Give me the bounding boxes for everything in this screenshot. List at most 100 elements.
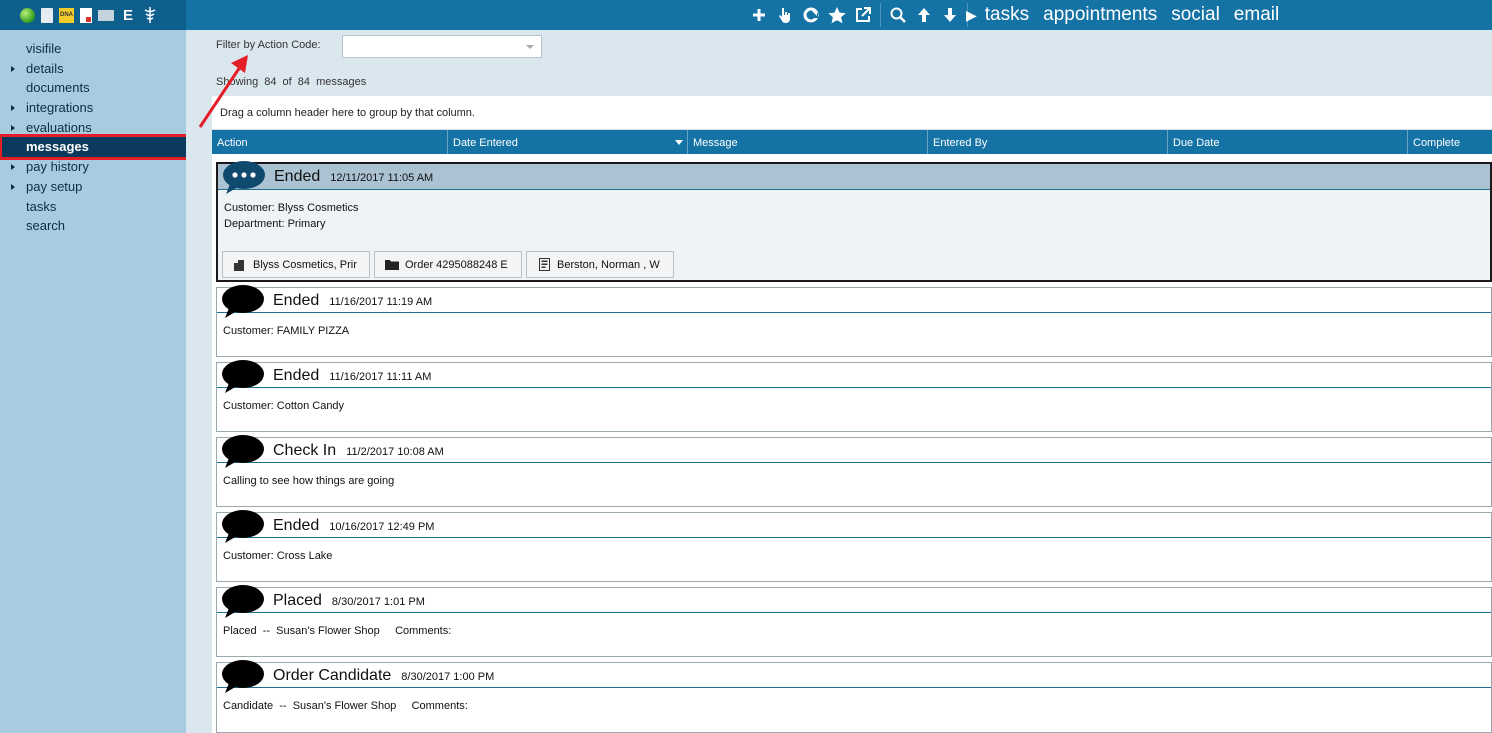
- star-icon[interactable]: [826, 4, 848, 26]
- building-icon: [233, 259, 247, 271]
- nav-email[interactable]: email: [1234, 4, 1279, 26]
- related-order-chip[interactable]: Order 4295088248 E: [374, 251, 522, 278]
- column-label: Due Date: [1173, 137, 1220, 149]
- chip-label: Order 4295088248 E: [405, 258, 508, 271]
- document-icon[interactable]: [41, 7, 53, 23]
- message-line: Customer: Cotton Candy: [223, 400, 345, 412]
- toolbar-actions: [748, 0, 970, 30]
- message-row[interactable]: Placed 8/30/2017 1:01 PM Placed -- Susan…: [216, 585, 1492, 657]
- play-icon[interactable]: ▶: [966, 7, 977, 24]
- sidebar-item-evaluations[interactable]: evaluations: [0, 118, 186, 138]
- message-count: Showing 84 of 84 messages: [216, 76, 367, 88]
- sidebar-item-details[interactable]: details: [0, 59, 186, 79]
- message-header: Ended 11/16/2017 11:11 AM: [217, 360, 1491, 393]
- message-header: Order Candidate 8/30/2017 1:00 PM: [217, 660, 1491, 693]
- sort-desc-icon[interactable]: [675, 140, 683, 145]
- chat-bubble-icon: [222, 660, 264, 693]
- arrow-down-icon[interactable]: [939, 4, 961, 26]
- column-entered-by[interactable]: Entered By: [928, 130, 1168, 154]
- sidebar-item-label: visifile: [26, 41, 62, 56]
- caduceus-icon[interactable]: [142, 7, 158, 23]
- message-body: Customer: FAMILY PIZZA: [217, 313, 1491, 339]
- sidebar-item-tasks[interactable]: tasks: [0, 197, 186, 217]
- external-link-icon[interactable]: [852, 4, 874, 26]
- expand-icon[interactable]: [11, 183, 15, 190]
- sidebar-item-messages[interactable]: messages: [0, 134, 203, 161]
- message-body: Customer: Cotton Candy: [217, 388, 1491, 414]
- toolbar-left: DNA E: [0, 0, 186, 30]
- message-header: Ended 11/16/2017 11:19 AM: [217, 285, 1491, 318]
- related-person-chip[interactable]: Berston, Norman , W: [526, 251, 674, 278]
- sidebar-item-search[interactable]: search: [0, 216, 186, 236]
- chat-bubble-icon: [222, 510, 264, 543]
- chip-label: Berston, Norman , W: [557, 258, 660, 271]
- expand-icon[interactable]: [11, 164, 15, 171]
- message-line: Department: Primary: [224, 218, 326, 230]
- sidebar-item-label: pay history: [26, 159, 89, 175]
- expand-icon[interactable]: [11, 105, 15, 112]
- sidebar-item-label: pay setup: [26, 178, 83, 194]
- message-header: Ended 10/16/2017 12:49 PM: [217, 510, 1491, 543]
- chat-bubble-icon: [222, 360, 264, 393]
- column-action[interactable]: Action: [212, 130, 448, 154]
- expand-icon[interactable]: [11, 124, 15, 131]
- sidebar-item-label: details: [26, 60, 64, 76]
- message-date: 10/16/2017 12:49 PM: [329, 521, 435, 533]
- card-icon[interactable]: [98, 9, 114, 21]
- message-row[interactable]: Ended 11/16/2017 11:19 AM Customer: FAMI…: [216, 285, 1492, 357]
- sidebar-item-label: evaluations: [26, 119, 92, 135]
- column-due-date[interactable]: Due Date: [1168, 130, 1408, 154]
- message-line: Calling to see how things are going: [223, 475, 395, 487]
- message-line: Customer: FAMILY PIZZA: [223, 325, 350, 337]
- sidebar-item-pay-setup[interactable]: pay setup: [0, 177, 186, 197]
- message-row[interactable]: Ended 11/16/2017 11:11 AM Customer: Cott…: [216, 360, 1492, 432]
- main-panel: Filter by Action Code: Showing 84 of 84 …: [186, 30, 1492, 733]
- sidebar-item-integrations[interactable]: integrations: [0, 98, 186, 118]
- status-icon[interactable]: [20, 7, 35, 23]
- message-date: 8/30/2017 1:00 PM: [401, 671, 495, 683]
- column-label: Complete: [1413, 137, 1461, 149]
- sidebar-item-label: integrations: [26, 100, 94, 116]
- related-customer-chip[interactable]: Blyss Cosmetics, Prir: [222, 251, 370, 278]
- message-action: Ended: [273, 367, 320, 384]
- message-action: Check In: [273, 442, 337, 459]
- message-date: 12/11/2017 11:05 AM: [330, 172, 434, 184]
- folder-icon: [385, 259, 399, 271]
- pdf-icon[interactable]: [80, 7, 92, 23]
- message-line: Placed -- Susan's Flower Shop Comments:: [223, 625, 452, 637]
- hand-pointer-icon[interactable]: [774, 4, 796, 26]
- top-nav: ▶ tasks appointments social email: [966, 0, 1279, 30]
- message-row[interactable]: Check In 11/2/2017 10:08 AM Calling to s…: [216, 435, 1492, 507]
- e-icon[interactable]: E: [120, 7, 136, 24]
- sidebar-item-visifile[interactable]: visifile: [0, 39, 186, 59]
- search-icon[interactable]: [887, 4, 909, 26]
- column-date-entered[interactable]: Date Entered: [448, 130, 688, 154]
- message-date: 11/16/2017 11:19 AM: [329, 296, 433, 308]
- plus-icon[interactable]: [748, 4, 770, 26]
- sidebar-item-label: documents: [26, 80, 90, 96]
- message-header: Ended 12/11/2017 11:05 AM: [218, 161, 1490, 194]
- message-action: Order Candidate: [273, 667, 392, 684]
- refresh-icon[interactable]: [800, 4, 822, 26]
- arrow-up-icon[interactable]: [913, 4, 935, 26]
- message-row[interactable]: Ended 12/11/2017 11:05 AM Customer: Blys…: [216, 161, 1492, 282]
- nav-tasks[interactable]: tasks: [985, 4, 1029, 26]
- chat-bubble-icon: [222, 285, 264, 318]
- sidebar-item-documents[interactable]: documents: [0, 78, 186, 98]
- action-code-select[interactable]: [342, 35, 542, 58]
- message-row[interactable]: Ended 10/16/2017 12:49 PM Customer: Cros…: [216, 510, 1492, 582]
- column-label: Action: [217, 137, 248, 149]
- dna-icon[interactable]: DNA: [59, 7, 74, 23]
- nav-appointments[interactable]: appointments: [1043, 4, 1157, 26]
- nav-social[interactable]: social: [1171, 4, 1220, 26]
- message-row[interactable]: Order Candidate 8/30/2017 1:00 PM Candid…: [216, 660, 1492, 733]
- sidebar-item-pay-history[interactable]: pay history: [0, 157, 186, 177]
- column-complete[interactable]: Complete: [1408, 130, 1492, 154]
- column-label: Message: [693, 137, 738, 149]
- expand-icon[interactable]: [11, 65, 15, 72]
- column-message[interactable]: Message: [688, 130, 928, 154]
- group-by-area[interactable]: Drag a column header here to group by th…: [212, 96, 1492, 130]
- chevron-down-icon[interactable]: [526, 45, 534, 49]
- related-records: Blyss Cosmetics, Prir Order 4295088248 E…: [218, 251, 1490, 278]
- message-line: Customer: Blyss Cosmetics: [224, 202, 359, 214]
